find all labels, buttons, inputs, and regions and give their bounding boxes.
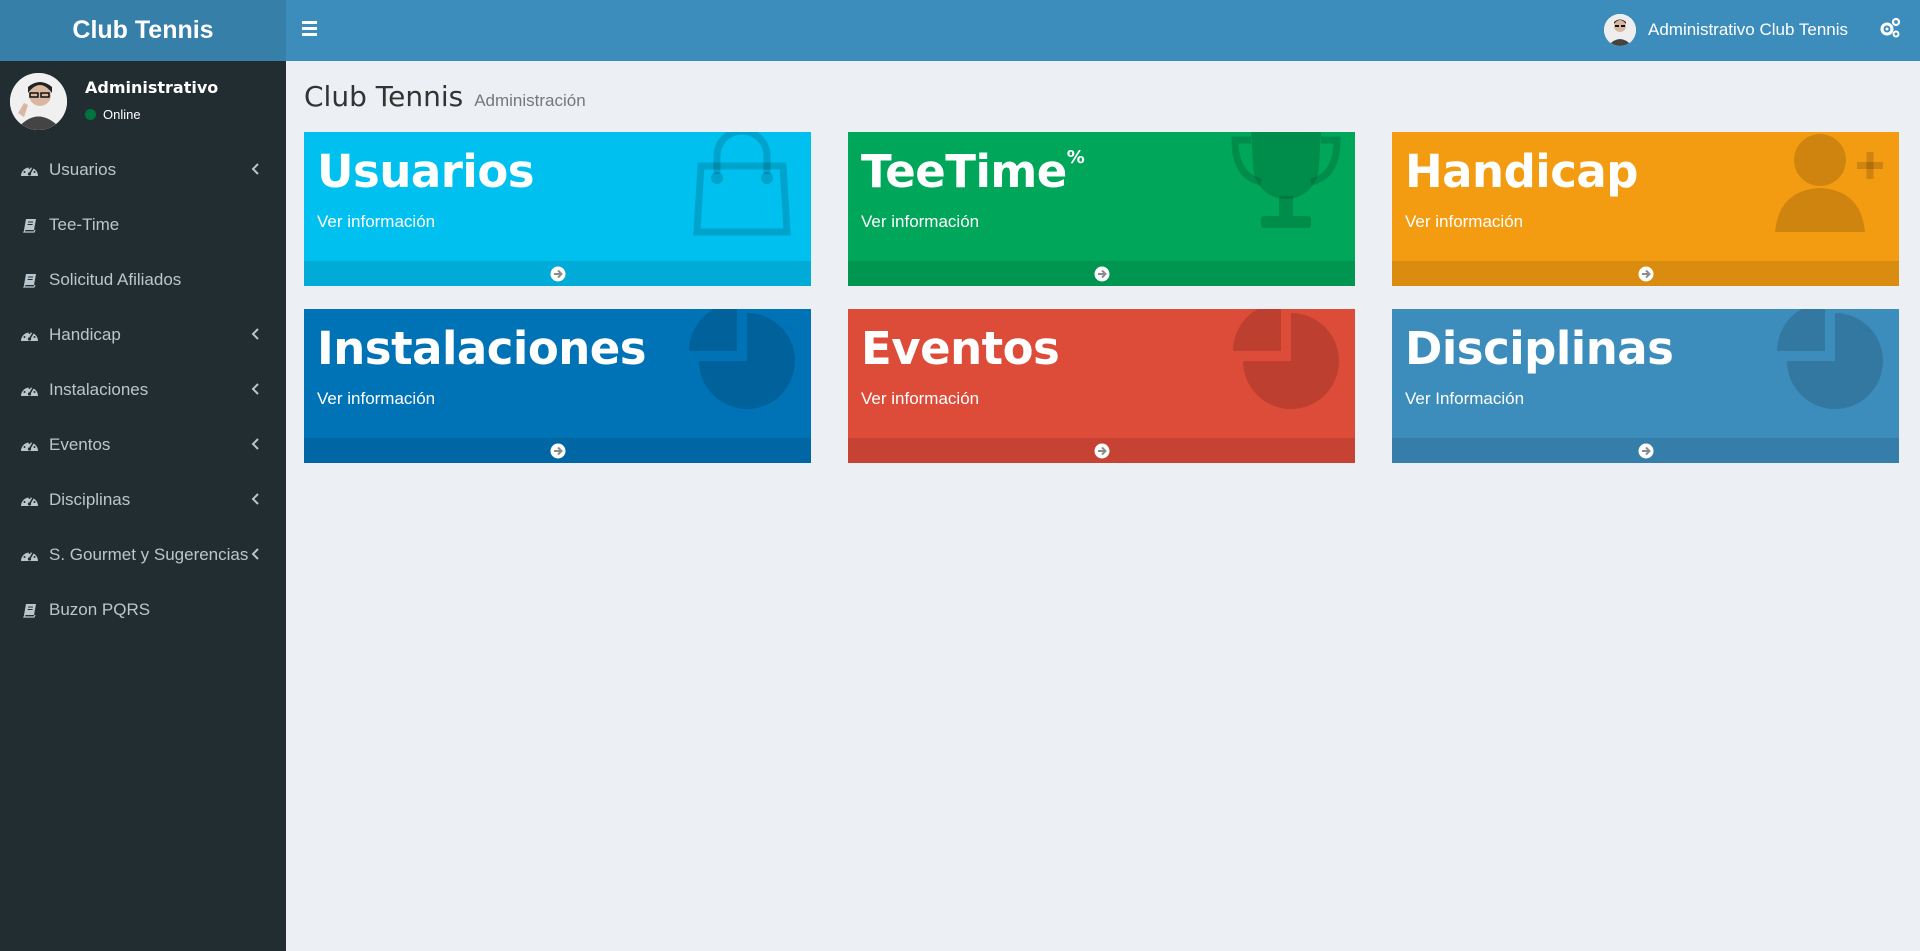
arrow-circle-right-icon [1094,266,1110,282]
small-box-link-text[interactable]: Ver información [861,389,979,409]
book-icon [20,272,39,288]
small-box-title: Handicap [1405,145,1638,198]
chevron-left-icon [250,161,262,177]
small-box-link-text[interactable]: Ver Información [1405,389,1524,409]
small-box-link-text[interactable]: Ver información [1405,212,1523,232]
small-box-footer[interactable] [1392,438,1899,463]
sidebar-item-label: Usuarios [49,159,117,179]
sidebar-item-label: Handicap [49,324,121,344]
sidebar-item-usuarios[interactable]: Usuarios [0,142,286,197]
sidebar-toggle-icon[interactable] [302,18,322,42]
brand-text: Club Tennis [72,16,214,44]
navbar-user-menu[interactable]: Administrativo Club Tennis [1604,14,1848,46]
small-box-title: TeeTime% [861,145,1085,198]
sidebar-menu: Usuarios Tee-Time Solicitud Afiliados Handi… [0,142,286,637]
small-box-title: Usuarios [317,145,535,198]
sidebar-user-name: Administrativo [85,78,219,97]
user-add-icon [1775,132,1885,236]
small-box-disciplinas[interactable]: Disciplinas Ver Información [1392,309,1899,463]
small-box-footer[interactable] [304,438,811,463]
sidebar-item-disciplinas[interactable]: Disciplinas [0,472,286,527]
content-header: Club Tennis Administración [304,80,586,113]
avatar [10,73,67,130]
small-box-title: Disciplinas [1405,322,1674,375]
brand-logo[interactable]: Club Tennis [0,0,286,61]
sidebar-item-label: Buzon PQRS [49,599,151,619]
small-box-title: Eventos [861,322,1060,375]
dashboard-icon [20,162,39,178]
small-box-footer[interactable] [848,261,1355,286]
small-box-eventos[interactable]: Eventos Ver información [848,309,1355,463]
arrow-circle-right-icon [1094,443,1110,459]
sidebar-item-instalaciones[interactable]: Instalaciones [0,362,286,417]
small-box-link-text[interactable]: Ver información [317,389,435,409]
sidebar-item-label: Disciplinas [49,489,131,509]
online-status-dot-icon [85,109,96,120]
small-box-instalaciones[interactable]: Instalaciones Ver información [304,309,811,463]
sidebar-item-label: Eventos [49,434,111,454]
chevron-left-icon [250,326,262,342]
small-box-footer[interactable] [304,261,811,286]
sidebar: Administrativo Online Usuarios Tee-Time So… [0,61,286,951]
user-panel: Administrativo Online [0,61,286,142]
top-navbar: Administrativo Club Tennis [286,0,1920,61]
dashboard-icon [20,327,39,343]
gears-icon[interactable] [1878,16,1902,40]
chevron-left-icon [250,546,262,562]
arrow-circle-right-icon [550,443,566,459]
sidebar-item-label: Tee-Time [49,214,120,234]
small-box-footer[interactable] [1392,261,1899,286]
navbar-user-name: Administrativo Club Tennis [1648,20,1848,39]
dashboard-icon [20,547,39,563]
dashboard-icon [20,437,39,453]
chevron-left-icon [250,381,262,397]
book-icon [20,602,39,618]
arrow-circle-right-icon [1638,443,1654,459]
sidebar-item-s-gourmet-y-sugerencias[interactable]: S. Gourmet y Sugerencias [0,527,286,582]
page-subtitle: Administración [474,91,586,110]
chevron-left-icon [250,491,262,507]
small-box-link-text[interactable]: Ver información [861,212,979,232]
small-box-title-sup: % [1066,147,1085,168]
trophy-icon [1231,132,1341,236]
pie-chart-icon [687,309,797,413]
shopping-bag-icon [687,132,797,236]
user-status-label: Online [103,107,141,122]
sidebar-item-buzon-pqrs[interactable]: Buzon PQRS [0,582,286,637]
dashboard-icon [20,492,39,508]
small-box-teetime[interactable]: TeeTime% Ver información [848,132,1355,286]
small-box-handicap[interactable]: Handicap Ver información [1392,132,1899,286]
pie-chart-icon [1775,309,1885,413]
sidebar-item-eventos[interactable]: Eventos [0,417,286,472]
sidebar-item-label: S. Gourmet y Sugerencias [49,544,249,564]
pie-chart-icon [1231,309,1341,413]
arrow-circle-right-icon [550,266,566,282]
sidebar-item-label: Instalaciones [49,379,149,399]
navbar-avatar [1604,14,1636,46]
arrow-circle-right-icon [1638,266,1654,282]
small-box-link-text[interactable]: Ver información [317,212,435,232]
small-box-footer[interactable] [848,438,1355,463]
user-status: Online [85,107,141,122]
dashboard-icon [20,382,39,398]
sidebar-item-solicitud-afiliados[interactable]: Solicitud Afiliados [0,252,286,307]
book-icon [20,217,39,233]
small-box-usuarios[interactable]: Usuarios Ver información [304,132,811,286]
sidebar-item-tee-time[interactable]: Tee-Time [0,197,286,252]
small-box-title: Instalaciones [317,322,647,375]
page-title: Club Tennis [304,80,464,113]
chevron-left-icon [250,436,262,452]
sidebar-item-label: Solicitud Afiliados [49,269,182,289]
sidebar-item-handicap[interactable]: Handicap [0,307,286,362]
